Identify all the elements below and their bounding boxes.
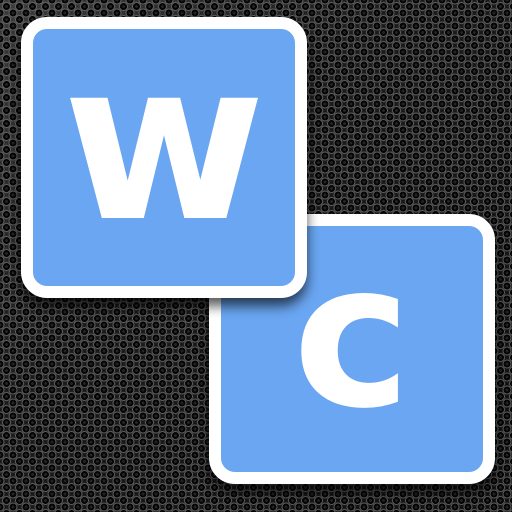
tile-letter-w: w [62, 13, 266, 270]
letter-tile-w: w [21, 17, 307, 298]
app-icon-canvas: c w [0, 0, 512, 512]
